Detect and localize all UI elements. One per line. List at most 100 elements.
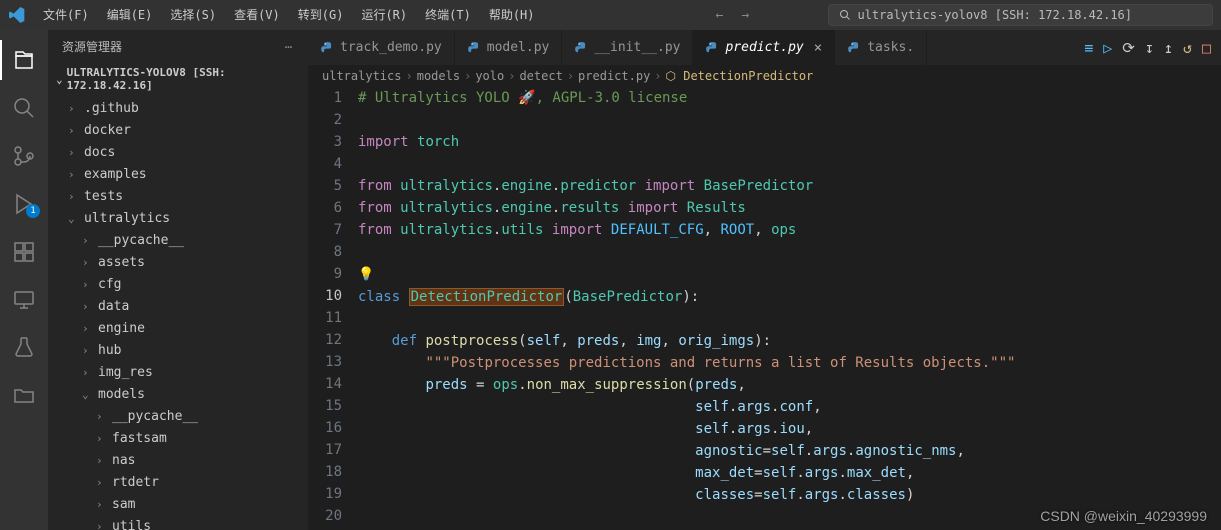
- menu-item[interactable]: 运行(R): [354, 0, 414, 30]
- editor-tab[interactable]: __init__.py: [562, 30, 693, 65]
- sidebar: 资源管理器 ⋯ ⌄ ULTRALYTICS-YOLOV8 [SSH: 172.1…: [48, 30, 308, 530]
- menu-item[interactable]: 帮助(H): [482, 0, 542, 30]
- toggle-sidebar-icon[interactable]: ≡: [1084, 39, 1093, 57]
- step-over-icon[interactable]: ↧: [1145, 39, 1154, 57]
- nav-back-icon[interactable]: ←: [716, 8, 724, 23]
- activity-test-icon[interactable]: [0, 328, 48, 368]
- editor-tab[interactable]: tasks.: [835, 30, 927, 65]
- tree-item-label: models: [98, 387, 145, 402]
- tree-item-label: __pycache__: [98, 233, 184, 248]
- step-into-icon[interactable]: ↥: [1164, 39, 1173, 57]
- tree-item[interactable]: ›nas: [48, 449, 308, 471]
- breadcrumb[interactable]: ultralytics › models › yolo › detect › p…: [308, 65, 1221, 87]
- breadcrumb-part[interactable]: detect: [519, 69, 562, 83]
- tree-item[interactable]: ›docs: [48, 141, 308, 163]
- editor-tab[interactable]: predict.py ×: [693, 30, 835, 65]
- tab-label: track_demo.py: [340, 40, 442, 55]
- activity-debug-icon[interactable]: 1: [0, 184, 48, 224]
- tree-item[interactable]: ›assets: [48, 251, 308, 273]
- tree-item[interactable]: ›docker: [48, 119, 308, 141]
- tree-item[interactable]: ›.github: [48, 97, 308, 119]
- breadcrumb-part[interactable]: yolo: [475, 69, 504, 83]
- editor-tab[interactable]: track_demo.py: [308, 30, 455, 65]
- python-file-icon: [847, 41, 861, 55]
- file-tree: ›.github›docker›docs›examples›tests⌄ultr…: [48, 95, 308, 530]
- python-file-icon: [467, 41, 481, 55]
- editor-tab[interactable]: model.py: [455, 30, 563, 65]
- breadcrumb-part[interactable]: models: [417, 69, 460, 83]
- tab-label: predict.py: [725, 40, 803, 55]
- chevron-right-icon: ›: [96, 520, 106, 530]
- tree-item-label: .github: [84, 101, 139, 116]
- tab-label: model.py: [487, 40, 550, 55]
- nav-arrows[interactable]: ← →: [716, 8, 750, 23]
- tree-item[interactable]: › data: [48, 295, 308, 317]
- nav-fwd-icon[interactable]: →: [741, 8, 749, 23]
- tree-item-label: fastsam: [112, 431, 167, 446]
- stop-icon[interactable]: □: [1202, 39, 1211, 57]
- tree-item-label: hub: [98, 343, 121, 358]
- python-file-icon: [574, 41, 588, 55]
- activity-extensions-icon[interactable]: [0, 232, 48, 272]
- activity-scm-icon[interactable]: [0, 136, 48, 176]
- sidebar-title: 资源管理器: [62, 38, 122, 55]
- chevron-right-icon: ›: [68, 124, 78, 137]
- activity-folder-icon[interactable]: [0, 376, 48, 416]
- chevron-right-icon: ›: [82, 234, 92, 247]
- code-lines[interactable]: # Ultralytics YOLO 🚀, AGPL-3.0 license i…: [358, 87, 1221, 530]
- tree-item[interactable]: ›sam: [48, 493, 308, 515]
- chevron-down-icon: ⌄: [56, 73, 63, 86]
- search-icon: [839, 9, 851, 21]
- tree-item-label: ultralytics: [84, 211, 170, 226]
- titlebar: 文件(F)编辑(E)选择(S)查看(V)转到(G)运行(R)终端(T)帮助(H)…: [0, 0, 1221, 30]
- chevron-right-icon: ›: [96, 410, 106, 423]
- chevron-down-icon: ⌄: [82, 388, 92, 401]
- tree-item[interactable]: ⌄ models: [48, 383, 308, 405]
- tree-item[interactable]: ›tests: [48, 185, 308, 207]
- menu-item[interactable]: 转到(G): [291, 0, 351, 30]
- tab-label: tasks.: [867, 40, 914, 55]
- project-title[interactable]: ⌄ ULTRALYTICS-YOLOV8 [SSH: 172.18.42.16]: [48, 63, 308, 95]
- restart-icon[interactable]: ↺: [1183, 39, 1192, 57]
- activity-search-icon[interactable]: [0, 88, 48, 128]
- breadcrumb-part[interactable]: predict.py: [578, 69, 650, 83]
- menu-item[interactable]: 终端(T): [418, 0, 478, 30]
- tree-item[interactable]: ›engine: [48, 317, 308, 339]
- run-icon[interactable]: ▷: [1103, 39, 1112, 57]
- tree-item[interactable]: ⌄ ultralytics: [48, 207, 308, 229]
- tree-item[interactable]: ›cfg: [48, 273, 308, 295]
- close-icon[interactable]: ×: [814, 40, 822, 56]
- breadcrumb-class[interactable]: ⬡ DetectionPredictor: [666, 69, 814, 83]
- tree-item[interactable]: ›img_res: [48, 361, 308, 383]
- menu-item[interactable]: 选择(S): [163, 0, 223, 30]
- refresh-icon[interactable]: ⟳: [1122, 39, 1135, 57]
- breadcrumb-part[interactable]: ultralytics: [322, 69, 401, 83]
- chevron-right-icon: ›: [96, 498, 106, 511]
- chevron-right-icon: ›: [82, 300, 92, 313]
- sidebar-more-icon[interactable]: ⋯: [285, 40, 294, 54]
- tree-item-label: docs: [84, 145, 115, 160]
- chevron-right-icon: ›: [68, 190, 78, 203]
- menu-item[interactable]: 编辑(E): [100, 0, 160, 30]
- tree-item[interactable]: ›utils: [48, 515, 308, 530]
- tree-item[interactable]: ›__pycache__: [48, 405, 308, 427]
- tree-item[interactable]: ›examples: [48, 163, 308, 185]
- menu-item[interactable]: 查看(V): [227, 0, 287, 30]
- tab-label: __init__.py: [594, 40, 680, 55]
- chevron-right-icon: ›: [96, 432, 106, 445]
- titlebar-search[interactable]: ultralytics-yolov8 [SSH: 172.18.42.16]: [828, 4, 1213, 26]
- activity-explorer-icon[interactable]: [0, 40, 48, 80]
- tree-item[interactable]: ›hub: [48, 339, 308, 361]
- tab-bar: track_demo.py model.py __init__.py predict.…: [308, 30, 1221, 65]
- menu-item[interactable]: 文件(F): [36, 0, 96, 30]
- chevron-right-icon: ›: [96, 476, 106, 489]
- tree-item[interactable]: ›rtdetr: [48, 471, 308, 493]
- chevron-down-icon: ⌄: [68, 212, 78, 225]
- activity-remote-icon[interactable]: [0, 280, 48, 320]
- code-editor[interactable]: 1234567891011121314151617181920 # Ultral…: [308, 87, 1221, 530]
- chevron-right-icon: ›: [68, 168, 78, 181]
- tree-item[interactable]: › __pycache__: [48, 229, 308, 251]
- tree-item[interactable]: › fastsam: [48, 427, 308, 449]
- tree-item-label: data: [98, 299, 129, 314]
- python-file-icon: [705, 41, 719, 55]
